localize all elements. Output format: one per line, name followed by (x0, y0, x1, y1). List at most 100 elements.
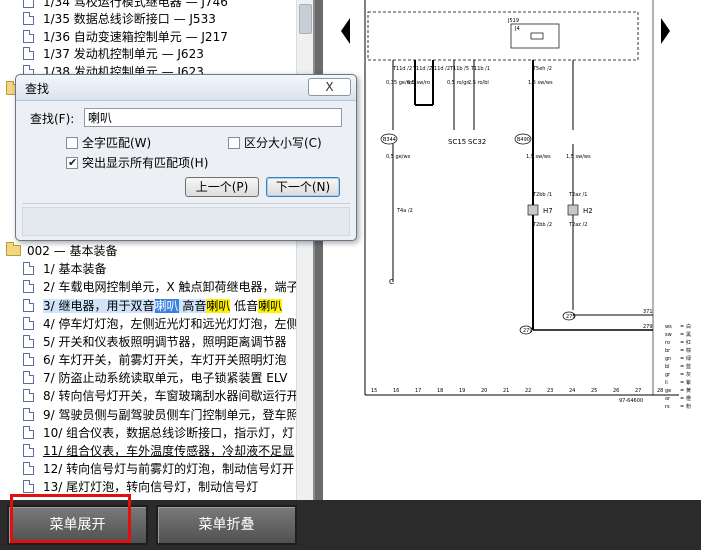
svg-text:ws: ws (665, 324, 672, 330)
svg-text:T11b /1: T11b /1 (470, 66, 490, 72)
wiring-diagram: J519 J4 T11d /2 T11d /2 T11d /2 T11b /5 … (364, 0, 691, 410)
svg-text:26: 26 (613, 388, 619, 394)
scrollbar-thumb[interactable] (299, 4, 312, 34)
checkbox-label: 突出显示所有匹配项(H) (82, 156, 209, 170)
tree-item-label: 12/ 转向信号灯与前雾灯的灯泡，制动信号灯开 (43, 462, 295, 476)
match-case-checkbox[interactable]: 区分大小写(C) (228, 135, 348, 151)
svg-text:sw: sw (665, 332, 672, 338)
menu-collapse-button[interactable]: 菜单折叠 (156, 505, 297, 545)
svg-text:28: 28 (657, 388, 663, 394)
document-icon (23, 389, 34, 402)
component-j519-outline (367, 11, 639, 61)
document-icon (23, 317, 34, 330)
svg-text:or: or (665, 396, 671, 402)
search-match: 喇叭 (258, 299, 283, 313)
close-icon[interactable]: X (308, 78, 351, 96)
search-match-current: 喇叭 (154, 299, 179, 313)
svg-text:=: = (680, 340, 684, 346)
svg-text:红: 红 (686, 339, 691, 346)
svg-text:C: C (389, 278, 394, 286)
selected-text: 高音 (178, 299, 207, 313)
svg-text:=: = (680, 324, 684, 330)
document-icon (23, 280, 34, 293)
find-dialog: 查找 X 查找(F): 全字匹配(W) 区分大小写(C) 突出显示所有匹配项(H… (15, 74, 357, 241)
svg-text:灰: 灰 (686, 371, 691, 378)
checkbox-checked-icon[interactable] (66, 155, 78, 171)
section-label: 002 — 基本装备 (27, 244, 118, 258)
tree-item-label: 1/37 发动机控制单元 — J623 (43, 47, 204, 61)
svg-text:T11d /2: T11d /2 (392, 66, 412, 72)
svg-text:279: 279 (523, 328, 533, 334)
svg-text:T2az /2: T2az /2 (568, 222, 587, 228)
search-input[interactable] (84, 108, 342, 127)
horn-h7-icon (527, 204, 539, 216)
svg-text:2,5 ro/bl: 2,5 ro/bl (468, 80, 489, 86)
tree-item-label: 8/ 转向信号灯开关，车窗玻璃刮水器间歇运行开 (43, 389, 296, 403)
svg-text:=: = (680, 388, 684, 394)
tree-item-label: 3/ 继电器，用于双音喇叭 高音喇叭 低音喇叭 (43, 296, 283, 316)
document-icon (23, 299, 34, 312)
svg-text:=: = (680, 356, 684, 362)
svg-text:17: 17 (415, 388, 421, 394)
color-code-legend: ws = 白 sw = 黑 ro = 红 br = 棕 gn = 绿 bl = 蓝 gr = 灰 li = 紫 … (665, 323, 691, 410)
checkbox-label: 区分大小写(C) (244, 136, 322, 150)
selected-text: 3/ 继电器，用于双音 (43, 299, 155, 313)
svg-text:279: 279 (566, 314, 576, 320)
svg-text:T4a /2: T4a /2 (396, 208, 413, 214)
search-match: 喇叭 (206, 299, 231, 313)
svg-text:li: li (665, 380, 668, 386)
document-icon (23, 353, 34, 366)
tree-item-label: 5/ 开关和仪表板照明调节器，照明距离调节器 (43, 335, 287, 349)
svg-text:棕: 棕 (686, 347, 691, 354)
tree-item-label: 11/ 组合仪表，车外温度传感器，冷却液不足显 (43, 444, 295, 458)
svg-text:H2: H2 (583, 207, 593, 215)
highlight-all-checkbox[interactable]: 突出显示所有匹配项(H) (66, 155, 266, 171)
svg-text:T5eh /2: T5eh /2 (532, 66, 552, 72)
svg-text:279: 279 (643, 324, 653, 330)
dialog-status-area (22, 207, 350, 236)
document-icon (23, 47, 34, 60)
svg-text:0,5 ge/ws: 0,5 ge/ws (386, 154, 411, 160)
document-icon (23, 462, 34, 475)
svg-text:1,5 sw/ws: 1,5 sw/ws (566, 154, 591, 160)
connector-sc15: SC15 (448, 138, 466, 146)
svg-text:=: = (680, 396, 684, 402)
svg-text:21: 21 (503, 388, 509, 394)
svg-text:=: = (680, 372, 684, 378)
horn-h2-icon (567, 204, 579, 216)
svg-text:22: 22 (525, 388, 531, 394)
svg-text:bl: bl (665, 364, 670, 370)
document-icon (23, 335, 34, 348)
tree-item-label: 1/35 数据总线诊断接口 — J533 (43, 12, 216, 26)
find-next-button[interactable]: 下一个(N) (266, 177, 340, 197)
svg-text:ge: ge (665, 388, 671, 394)
document-icon (23, 30, 34, 43)
highlight-frame (10, 494, 131, 543)
svg-text:rs: rs (665, 404, 670, 410)
dialog-titlebar[interactable]: 查找 X (16, 75, 356, 101)
whole-word-checkbox[interactable]: 全字匹配(W) (66, 135, 186, 151)
svg-text:B344: B344 (383, 137, 396, 143)
svg-text:T2az /1: T2az /1 (568, 192, 587, 198)
svg-text:gn: gn (665, 356, 671, 362)
svg-text:粉: 粉 (686, 403, 691, 410)
tree-item-label: 9/ 驾驶员侧与副驾驶员侧车门控制单元，登车照 (43, 408, 296, 422)
checkbox-unchecked-icon[interactable] (228, 137, 240, 149)
svg-text:黄: 黄 (686, 387, 691, 394)
svg-text:15: 15 (371, 388, 377, 394)
checkbox-unchecked-icon[interactable] (66, 137, 78, 149)
find-previous-button[interactable]: 上一个(P) (185, 177, 259, 197)
svg-text:=: = (680, 348, 684, 354)
tree-item-label: 1/ 基本装备 (43, 262, 107, 276)
svg-text:18: 18 (437, 388, 443, 394)
svg-text:27: 27 (635, 388, 641, 394)
svg-text:蓝: 蓝 (686, 363, 691, 370)
svg-text:0,5 sw/ro: 0,5 sw/ro (407, 80, 430, 86)
svg-text:J4: J4 (514, 26, 520, 32)
tree-item-label: 7/ 防盗止动系统读取单元，电子锁紧装置 ELV (43, 371, 288, 385)
tree-item-label: 6/ 车灯开关，前雾灯开关，车灯开关照明灯泡 (43, 353, 287, 367)
document-icon (23, 444, 34, 457)
tree-item-label: 10/ 组合仪表，数据总线诊断接口，指示灯，灯 (43, 426, 295, 440)
svg-text:=: = (680, 404, 684, 410)
svg-text:=: = (680, 364, 684, 370)
